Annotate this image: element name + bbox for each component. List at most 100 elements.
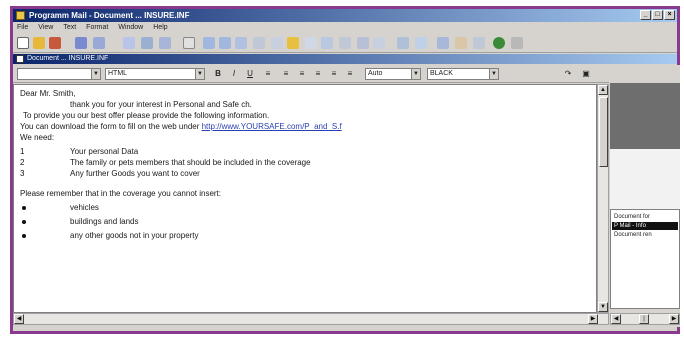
help-icon[interactable] [473, 37, 485, 49]
menu-text[interactable]: Text [63, 22, 76, 33]
open-folder-icon[interactable] [33, 37, 45, 49]
bullet-item: any other goods not in your property [70, 231, 199, 240]
bullet-dot [22, 206, 26, 210]
image-icon[interactable] [271, 37, 283, 49]
color-select-value: BLACK [430, 70, 453, 77]
scroll-right-icon[interactable]: ▶ [588, 314, 598, 324]
attach-icon[interactable] [397, 37, 409, 49]
scroll-up-icon[interactable]: ▲ [598, 85, 608, 95]
next-icon[interactable] [511, 37, 523, 49]
menu-format[interactable]: Format [86, 22, 108, 33]
list-item: Your personal Data [70, 147, 139, 156]
window-controls: _ □ × [640, 10, 675, 20]
spell-check-icon[interactable] [321, 37, 333, 49]
editor-vertical-scrollbar[interactable]: ▲ ▼ [597, 84, 609, 313]
indent-icon[interactable]: ≡ [345, 68, 355, 80]
app-icon[interactable] [16, 11, 25, 20]
list-item: The family or pets members that should b… [70, 158, 311, 167]
scroll-left-icon[interactable]: ◀ [611, 314, 621, 324]
back-icon[interactable] [75, 37, 87, 49]
font-select[interactable]: HTML ▼ [105, 68, 205, 80]
align-center-icon[interactable]: ≡ [297, 68, 307, 80]
document-list[interactable]: Document for P Mail - Info Document ren [610, 209, 680, 309]
document-icon[interactable] [16, 55, 24, 63]
zoom-out-icon[interactable] [219, 37, 231, 49]
tools-icon[interactable] [455, 37, 467, 49]
preview-icon[interactable] [339, 37, 351, 49]
document-list-item[interactable]: Document for [614, 213, 650, 221]
new-document-icon[interactable] [17, 37, 29, 49]
letter-line-2: To provide you our best offer please pro… [23, 111, 270, 120]
forward-icon[interactable] [93, 37, 105, 49]
chevron-down-icon[interactable]: ▼ [195, 69, 204, 79]
letter-we-need: We need: [20, 133, 55, 142]
size-select-value: Auto [368, 70, 383, 77]
document-title: Document ... INSURE.INF [27, 55, 109, 62]
document-list-item[interactable]: Document ren [614, 231, 652, 239]
maximize-button[interactable]: □ [652, 10, 663, 20]
mail-icon[interactable] [373, 37, 385, 49]
zoom-in-icon[interactable] [203, 37, 215, 49]
menu-help[interactable]: Help [153, 22, 167, 33]
strikethrough-icon[interactable]: ≡ [263, 68, 273, 80]
scroll-down-icon[interactable]: ▼ [598, 302, 608, 312]
letter-line-1: thank you for your interest in Personal … [70, 100, 252, 109]
bullet-dot [22, 220, 26, 224]
document-list-item-selected[interactable]: P Mail - Info [612, 222, 678, 230]
print-icon[interactable] [357, 37, 369, 49]
copy-icon[interactable] [141, 37, 153, 49]
settings-icon[interactable] [437, 37, 449, 49]
screenshot-frame: Programm Mail - Document ... INSURE.INF … [0, 0, 684, 338]
menu-file[interactable]: File [17, 22, 28, 33]
size-select[interactable]: Auto ▼ [365, 68, 421, 80]
scroll-right-icon[interactable]: ▶ [669, 314, 679, 324]
font-select-value: HTML [108, 70, 128, 77]
minimize-button[interactable]: _ [640, 10, 651, 20]
scroll-thumb[interactable] [599, 97, 608, 167]
panel-horizontal-scrollbar[interactable]: ◀ | ▶ [610, 313, 680, 325]
bold-button[interactable]: B [213, 68, 223, 80]
format-toolbar: ▼ HTML ▼ B I U ≡ ≡ ≡ ≡ ≡ ≡ Auto ▼ BLACK … [13, 65, 609, 83]
save-icon[interactable] [49, 37, 61, 49]
download-link[interactable]: http://www.YOURSAFE.com/P_and_S.f [202, 122, 342, 131]
main-toolbar [13, 33, 677, 53]
bullet-dot [22, 234, 26, 238]
justify-icon[interactable]: ≡ [329, 68, 339, 80]
scroll-left-icon[interactable]: ◀ [14, 314, 24, 324]
italic-button[interactable]: I [229, 68, 239, 80]
document-titlebar: Document ... INSURE.INF [13, 54, 677, 64]
chevron-down-icon[interactable]: ▼ [91, 69, 100, 79]
bullet-item: buildings and lands [70, 217, 139, 226]
address-book-icon[interactable] [415, 37, 427, 49]
close-button[interactable]: × [664, 10, 675, 20]
color-select[interactable]: BLACK ▼ [427, 68, 499, 80]
panel-blank-area [610, 149, 680, 209]
underline-button[interactable]: U [245, 68, 255, 80]
folder-icon[interactable] [287, 37, 299, 49]
application-window: Programm Mail - Document ... INSURE.INF … [10, 6, 680, 334]
scroll-middle-icon[interactable]: | [639, 314, 649, 324]
cut-icon[interactable] [123, 37, 135, 49]
document-list-panel: Document for P Mail - Info Document ren … [610, 65, 680, 327]
menu-view[interactable]: View [38, 22, 53, 33]
letter-line-3: You can download the form to fill on the… [20, 122, 342, 132]
link-icon[interactable] [305, 37, 317, 49]
align-left-icon[interactable]: ≡ [281, 68, 291, 80]
align-right-icon[interactable]: ≡ [313, 68, 323, 80]
list-number: 2 [20, 158, 25, 167]
globe-icon[interactable] [493, 37, 505, 49]
paste-icon[interactable] [159, 37, 171, 49]
style-select[interactable]: ▼ [17, 68, 101, 80]
chevron-down-icon[interactable]: ▼ [411, 69, 420, 79]
find-icon[interactable] [235, 37, 247, 49]
table-icon[interactable] [253, 37, 265, 49]
editor-horizontal-scrollbar[interactable]: ◀ ▶ [13, 313, 609, 325]
chevron-down-icon[interactable]: ▼ [489, 69, 498, 79]
letter-line-3-text: You can download the form to fill on the… [20, 122, 202, 131]
letter-salutation: Dear Mr. Smith, [20, 89, 76, 98]
message-editor[interactable]: Dear Mr. Smith, thank you for your inter… [13, 84, 597, 313]
page-icon[interactable] [183, 37, 195, 49]
insert-link-icon[interactable]: ↷ [561, 68, 575, 80]
insert-image-icon[interactable]: ▣ [579, 68, 593, 80]
menu-window[interactable]: Window [118, 22, 143, 33]
